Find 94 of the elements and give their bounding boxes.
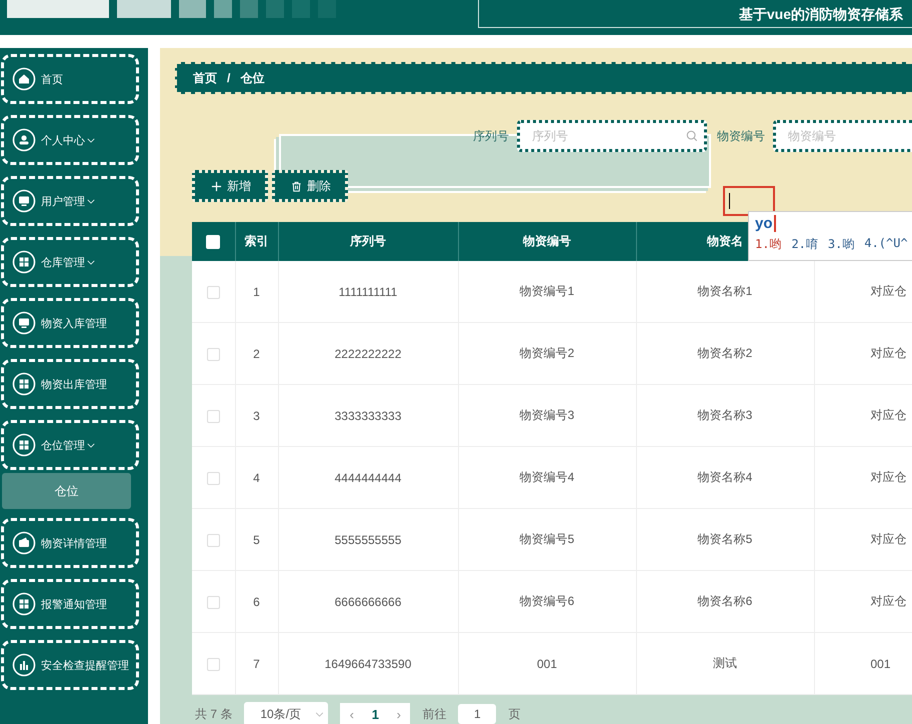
column-header: 物资编号 [458,222,636,261]
menu-item[interactable]: 安全检查提醒管理 [1,640,139,690]
field-label: 物资编号 [717,128,765,144]
menu-item[interactable]: 报警通知管理 [1,579,139,629]
table-cell: 7 [235,632,278,694]
delete-button[interactable]: 删除 [272,170,348,202]
table-cell: 2 [235,322,278,384]
wallet-icon [12,531,36,555]
menu-item[interactable]: 物资详情管理 [1,518,139,568]
grid-icon [12,372,36,396]
breadcrumb-separator: / [227,71,230,85]
table-cell: 物资名称3 [636,384,814,446]
table-cell: 5 [235,508,278,570]
grid-icon [12,592,36,616]
field-label: 序列号 [473,128,509,144]
table-cell: 6666666666 [278,570,458,632]
table-cell: 物资编号3 [458,384,636,446]
table-cell: 对应仓 [814,384,912,446]
table-cell: 对应仓 [814,508,912,570]
table-cell: 1111111111 [278,261,458,322]
table-cell: 对应仓 [814,261,912,322]
table-cell: 3333333333 [278,384,458,446]
chevron-down-icon [87,138,95,142]
table-cell: 物资名称6 [636,570,814,632]
table-cell: 物资名称5 [636,508,814,570]
breadcrumb-link[interactable]: 仓位 [240,70,264,86]
menu-item[interactable]: 物资入库管理 [1,298,139,348]
table-cell: 物资名称4 [636,446,814,508]
ime-candidate[interactable]: 1.哟 [755,236,782,253]
table-cell: 物资编号1 [458,261,636,322]
user-icon [12,128,36,152]
ime-composition-text: yo [755,215,776,232]
menu-item[interactable]: 个人中心 [1,115,139,165]
table-cell: 001 [458,632,636,694]
page-input-field[interactable]: 1 [458,704,496,724]
bar-chart-icon [12,653,36,677]
breadcrumb-link[interactable]: 首页 [193,70,217,86]
trash-icon [291,180,302,192]
table-cell: 6 [235,570,278,632]
table-cell: 测试 [636,632,814,694]
column-header: 索引 [235,222,278,261]
home-icon [12,67,36,91]
table-cell: 物资编号5 [458,508,636,570]
ime-candidate[interactable]: 4.(^U^ [864,236,908,253]
ime-candidate[interactable]: 3.喲 [828,236,854,253]
monitor-icon [12,311,36,335]
chevron-down-icon [315,712,324,716]
search-field[interactable]: 序列号 [517,120,707,152]
row-checkbox[interactable] [206,286,220,299]
plus-icon [211,180,222,192]
page-suffix: 页 [508,706,520,722]
table-cell: 1 [235,261,278,322]
row-checkbox[interactable] [206,596,220,609]
app-title: 基于vue的消防物资存储系 [738,6,903,24]
menu-item[interactable]: 仓库管理 [1,237,139,287]
add-button[interactable]: 新增 [192,170,268,202]
menu-item[interactable]: 仓位管理 [1,420,139,470]
goto-label: 前往 [422,706,446,722]
table-cell: 4444444444 [278,446,458,508]
table-cell: 物资名称1 [636,261,814,322]
table-cell: 3 [235,384,278,446]
table-cell: 对应仓 [814,446,912,508]
table-cell: 物资名称2 [636,322,814,384]
page-size-select[interactable]: 10条/页 [244,702,328,724]
chevron-down-icon [87,198,95,204]
table-cell: 对应仓 [814,570,912,632]
total-count: 共 7 条 [195,706,232,722]
table-cell: 物资编号2 [458,322,636,384]
grid-icon [12,433,36,457]
table-cell: 4 [235,446,278,508]
grid-icon [12,250,36,274]
menu-item[interactable]: 物资出库管理 [1,359,139,409]
row-checkbox[interactable] [206,658,220,671]
submenu-item[interactable]: 仓位 [2,473,131,509]
table-cell: 对应仓 [814,322,912,384]
table-cell: 物资编号6 [458,570,636,632]
row-checkbox[interactable] [206,410,220,423]
select-all-checkbox[interactable] [206,234,220,249]
table-cell: 物资编号4 [458,446,636,508]
table-cell: 1649664733590 [278,632,458,694]
search-field[interactable]: 物资编号 [773,120,912,152]
column-header: 序列号 [278,222,458,261]
row-checkbox[interactable] [206,472,220,485]
menu-item[interactable]: 首页 [1,54,139,104]
search-icon [686,130,698,142]
table-cell: 001 [814,632,912,694]
monitor-icon [12,189,36,213]
table-cell: 2222222222 [278,322,458,384]
row-checkbox[interactable] [206,534,220,547]
menu-item[interactable]: 用户管理 [1,176,139,226]
chevron-down-icon [87,442,95,448]
chevron-down-icon [87,260,95,264]
table-cell: 5555555555 [278,508,458,570]
row-checkbox[interactable] [206,348,220,361]
